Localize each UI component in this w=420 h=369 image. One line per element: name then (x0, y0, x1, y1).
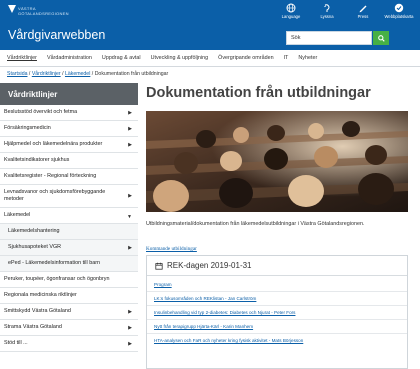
logo-mark-icon (8, 5, 16, 13)
sidebar-item-label: Sjukhusapoteket VGR (8, 244, 62, 251)
sidebar-item[interactable]: Beslutsstöd övervikt och fetma ▶ (0, 105, 138, 122)
sidebar-item-label: Regionala medicinska riktlinjer (4, 292, 77, 299)
search-input[interactable] (286, 31, 372, 45)
event-card-links: Program LK:s fokusområden och REKlistan … (147, 276, 407, 348)
sidebar-item-label: Kvalitetsregister - Regional förteckning (4, 173, 97, 180)
breadcrumb-vardriktlinjer[interactable]: Vårdriktlinjer (32, 71, 61, 77)
sidebar-item-label: Stöd till ... (4, 340, 28, 347)
logo-text: VÄSTRA GÖTALANDSREGIONEN (18, 6, 69, 16)
nav-vardadministration[interactable]: Vårdadministration (47, 55, 92, 61)
listen-label: Lyssna (320, 14, 334, 19)
sidebar-item[interactable]: Försäkringsmedicin ▶ (0, 121, 138, 138)
document-link[interactable]: Nytt från terapigrupp Hjärta-Kärl - Kari… (147, 320, 407, 334)
sidebar-item[interactable]: Smittskydd Västra Götaland ▶ (0, 304, 138, 321)
chevron-right-icon[interactable]: ▶ (128, 309, 132, 316)
chevron-right-icon[interactable]: ▶ (128, 193, 132, 200)
sitemap-label: Webbplatskarta (384, 14, 414, 19)
listen-tool[interactable]: Lyssna (312, 3, 342, 19)
sidebar-item[interactable]: ePed - Läkemedelsinformation till barn (0, 256, 138, 273)
sidebar-item-label: Peruker, toupéer, ögonfransar och ögonbr… (4, 276, 110, 283)
nav-nyheter[interactable]: Nyheter (298, 55, 317, 61)
lecture-hall-illustration (146, 111, 408, 212)
sidebar-list: Beslutsstöd övervikt och fetma ▶ Försäkrin… (0, 105, 138, 353)
nav-it[interactable]: IT (284, 55, 289, 61)
sitemap-icon (394, 3, 404, 13)
nav-utveckling-uppfoljning[interactable]: Utveckling & uppföljning (151, 55, 209, 61)
sidebar-item-label: Levnadsvanor och sjukdomsförebyggande me… (4, 189, 106, 203)
sidebar-item[interactable]: Kvalitetsindikatorer sjukhus (0, 153, 138, 170)
chevron-right-icon[interactable]: ▶ (128, 245, 132, 252)
top-navigation: Vårdriktlinjer Vårdadministration Uppdra… (0, 50, 420, 67)
sidebar-item[interactable]: Regionala medicinska riktlinjer (0, 288, 138, 305)
chevron-right-icon[interactable]: ▶ (128, 126, 132, 133)
language-label: Language (281, 14, 301, 19)
site-title[interactable]: Vårdgivarwebben (8, 28, 105, 42)
breadcrumb-startsida[interactable]: Startsida (7, 71, 27, 77)
hero-image (146, 111, 408, 212)
calendar-icon (155, 262, 163, 270)
search-icon (377, 34, 385, 42)
upcoming-trainings-link[interactable]: Kommande utbildningar (146, 246, 197, 252)
press-tool[interactable]: Press (348, 3, 378, 19)
nav-uppdrag-avtal[interactable]: Uppdrag & avtal (102, 55, 141, 61)
main-content: Dokumentation från utbildningar Utbildni… (146, 83, 416, 369)
chevron-right-icon[interactable]: ▶ (128, 341, 132, 348)
header-tools: Language Lyssna Press Webbplatskarta (276, 3, 414, 19)
chevron-right-icon[interactable]: ▶ (128, 110, 132, 117)
nav-vardriktlinjer[interactable]: Vårdriktlinjer (7, 55, 37, 61)
globe-icon (286, 3, 296, 13)
breadcrumb-current: Dokumentation från utbildningar (94, 71, 169, 77)
sidebar-item[interactable]: Levnadsvanor och sjukdomsförebyggande me… (0, 185, 138, 209)
sidebar-item[interactable]: Kvalitetsregister - Regional förteckning (0, 169, 138, 186)
chevron-down-icon[interactable]: ▼ (127, 214, 132, 221)
site-header: VÄSTRA GÖTALANDSREGIONEN Vårdgivarwebben… (0, 0, 420, 50)
event-card-header: REK-dagen 2019-01-31 (147, 256, 407, 276)
sidebar-item[interactable]: Strama Västra Götaland ▶ (0, 320, 138, 337)
sidebar-item[interactable]: Läkemedel ▼ (0, 208, 138, 225)
sidebar-item-label: Läkemedelshantering (8, 228, 60, 235)
program-link[interactable]: Program (147, 278, 407, 292)
sidebar-item-label: Kvalitetsindikatorer sjukhus (4, 157, 70, 164)
document-link[interactable]: Insulinbehandling vid typ 2-diabetes: Di… (147, 306, 407, 320)
intro-text: Utbildningsmaterial/dokumentation från l… (146, 221, 365, 227)
nav-overgripande-omraden[interactable]: Övergripande områden (218, 55, 273, 61)
breadcrumb-lakemedel[interactable]: Läkemedel (65, 71, 90, 77)
sidebar-item-label: Strama Västra Götaland (4, 324, 62, 331)
sidebar-title[interactable]: Vårdriktlinjer (0, 83, 138, 105)
sidebar-item-label: Smittskydd Västra Götaland (4, 308, 71, 315)
page-title: Dokumentation från utbildningar (146, 85, 371, 101)
document-link[interactable]: HTA-analysen och FaR och nyheter kring f… (147, 334, 407, 348)
sidebar-item-label: Beslutsstöd övervikt och fetma (4, 109, 78, 115)
sidebar-item[interactable]: Hjälpmedel och läkemedelnära produkter ▶ (0, 137, 138, 154)
event-card: REK-dagen 2019-01-31 Program LK:s fokuso… (146, 255, 408, 369)
language-tool[interactable]: Language (276, 3, 306, 19)
breadcrumb: Startsida / Vårdriktlinjer / Läkemedel /… (7, 71, 168, 77)
sidebar: Vårdriktlinjer Beslutsstöd övervikt och … (0, 83, 138, 353)
sidebar-item-label: ePed - Läkemedelsinformation till barn (8, 260, 100, 267)
sidebar-item[interactable]: Peruker, toupéer, ögonfransar och ögonbr… (0, 272, 138, 289)
sidebar-item[interactable]: Sjukhusapoteket VGR ▶ (0, 240, 138, 257)
sidebar-item-label: Läkemedel (4, 212, 31, 219)
event-card-title: REK-dagen 2019-01-31 (167, 261, 252, 270)
sidebar-item-label: Försäkringsmedicin (4, 125, 51, 132)
search-button[interactable] (373, 31, 389, 45)
sidebar-item-label: Hjälpmedel och läkemedelnära produkter (4, 141, 103, 148)
chevron-right-icon[interactable]: ▶ (128, 142, 132, 149)
press-label: Press (357, 14, 369, 19)
sidebar-item[interactable]: Stöd till ... ▶ (0, 336, 138, 353)
document-link[interactable]: LK:s fokusområden och REKlistan - Jan Ca… (147, 292, 407, 306)
sitemap-tool[interactable]: Webbplatskarta (384, 3, 414, 19)
listen-icon (324, 4, 330, 12)
sidebar-item[interactable]: Läkemedelshantering (0, 224, 138, 241)
chevron-right-icon[interactable]: ▶ (128, 325, 132, 332)
pen-icon (359, 5, 367, 13)
vgr-logo[interactable]: VÄSTRA GÖTALANDSREGIONEN (8, 5, 69, 16)
